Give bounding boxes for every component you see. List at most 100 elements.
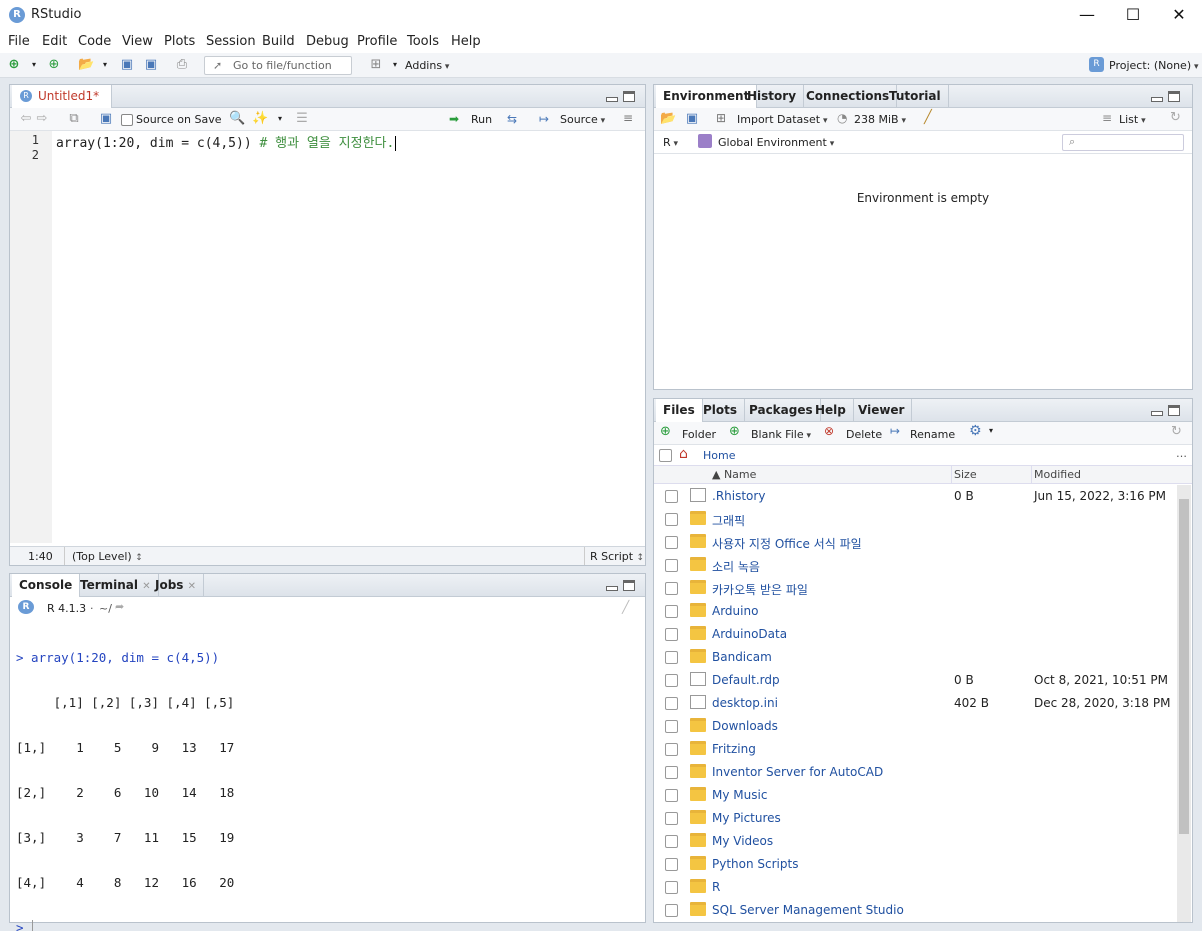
file-name[interactable]: Fritzing — [712, 742, 756, 756]
new-file-icon[interactable]: ⊕ — [6, 57, 22, 73]
file-name[interactable]: SQL Server Management Studio — [712, 903, 904, 917]
file-name[interactable]: .Rhistory — [712, 489, 765, 503]
row-checkbox[interactable] — [665, 766, 678, 779]
row-checkbox[interactable] — [665, 674, 678, 687]
file-row[interactable]: R — [654, 876, 1174, 899]
forward-arrow-icon[interactable]: ⇨ — [34, 111, 50, 127]
file-name[interactable]: desktop.ini — [712, 696, 778, 710]
files-scrollbar[interactable] — [1177, 485, 1191, 922]
pane-minmax-icon[interactable] — [606, 91, 636, 103]
chevron-down-icon[interactable]: ▾ — [387, 57, 403, 73]
file-name[interactable]: ArduinoData — [712, 627, 787, 641]
pane-minmax-icon[interactable] — [1151, 405, 1181, 417]
tab-jobs[interactable]: Jobs ✕ — [148, 574, 205, 597]
file-name[interactable]: R — [712, 880, 720, 894]
close-icon[interactable]: ✕ — [1156, 0, 1202, 31]
rename-button[interactable]: Rename — [910, 428, 955, 441]
broom-icon[interactable]: ╱ — [924, 110, 932, 125]
gear-icon[interactable]: ⚙ — [969, 423, 982, 439]
save-icon[interactable]: ▣ — [119, 57, 135, 73]
save-workspace-icon[interactable]: ▣ — [684, 111, 700, 127]
file-row[interactable]: ArduinoData — [654, 623, 1174, 646]
save-all-icon[interactable]: ▣ — [143, 57, 159, 73]
menu-plots[interactable]: Plots — [164, 34, 195, 49]
file-name[interactable]: Bandicam — [712, 650, 772, 664]
file-row[interactable]: Default.rdp 0 B Oct 8, 2021, 10:51 PM — [654, 669, 1174, 692]
menu-profile[interactable]: Profile — [357, 34, 397, 49]
file-name[interactable]: 소리 녹음 — [712, 558, 760, 575]
file-row[interactable]: 사용자 지정 Office 서식 파일 — [654, 531, 1174, 554]
project-menu[interactable]: Project: (None) — [1109, 59, 1199, 72]
row-checkbox[interactable] — [665, 651, 678, 664]
refresh-icon[interactable]: ↻ — [1171, 424, 1182, 439]
tab-console[interactable]: Console — [12, 574, 81, 598]
scope-selector[interactable]: Global Environment — [718, 136, 834, 149]
row-checkbox[interactable] — [665, 904, 678, 917]
file-row[interactable]: SQL Server Management Studio — [654, 899, 1174, 922]
file-name[interactable]: Python Scripts — [712, 857, 798, 871]
new-folder-button[interactable]: Folder — [682, 428, 716, 441]
row-checkbox[interactable] — [665, 720, 678, 733]
tab-viewer[interactable]: Viewer — [851, 399, 913, 422]
file-name[interactable]: 사용자 지정 Office 서식 파일 — [712, 535, 862, 552]
pane-minmax-icon[interactable] — [1151, 91, 1181, 103]
open-file-icon[interactable]: 📂 — [78, 57, 94, 73]
row-checkbox[interactable] — [665, 628, 678, 641]
row-checkbox[interactable] — [665, 536, 678, 549]
menu-session[interactable]: Session — [206, 34, 256, 49]
refresh-icon[interactable]: ↻ — [1170, 110, 1181, 125]
file-name[interactable]: Default.rdp — [712, 673, 780, 687]
import-dataset-button[interactable]: Import Dataset — [737, 113, 827, 126]
menu-help[interactable]: Help — [451, 34, 481, 49]
code-line[interactable]: array(1:20, dim = c(4,5)) # 행과 열을 지정한다. — [56, 132, 397, 151]
file-row[interactable]: Downloads — [654, 715, 1174, 738]
tab-untitled1[interactable]: R Untitled1* ✕ — [12, 85, 112, 126]
load-workspace-icon[interactable]: 📂 — [660, 111, 676, 127]
console-output[interactable]: > array(1:20, dim = c(4,5)) [,1] [,2] [,… — [16, 620, 234, 931]
file-row[interactable]: 소리 녹음 — [654, 554, 1174, 577]
source-on-save-checkbox[interactable] — [121, 114, 133, 126]
file-row[interactable]: My Music — [654, 784, 1174, 807]
row-checkbox[interactable] — [665, 812, 678, 825]
tab-history[interactable]: History — [740, 85, 805, 108]
column-modified[interactable]: Modified — [1034, 468, 1081, 481]
more-icon[interactable]: … — [1176, 447, 1187, 460]
menu-edit[interactable]: Edit — [42, 34, 67, 49]
file-row[interactable]: 그래픽 — [654, 508, 1174, 531]
rerun-icon[interactable]: ⇆ — [507, 112, 517, 126]
row-checkbox[interactable] — [665, 582, 678, 595]
search-icon[interactable]: 🔍 — [229, 111, 245, 127]
file-row[interactable]: My Pictures — [654, 807, 1174, 830]
tab-terminal[interactable]: Terminal ✕ — [73, 574, 159, 597]
chevron-down-icon[interactable]: ▾ — [272, 111, 288, 127]
print-icon[interactable]: ⎙ — [174, 57, 190, 73]
row-checkbox[interactable] — [665, 513, 678, 526]
environment-search-input[interactable]: ⌕ — [1062, 134, 1184, 151]
row-checkbox[interactable] — [665, 835, 678, 848]
close-tab-icon[interactable]: ✕ — [188, 581, 196, 592]
breadcrumb-home[interactable]: Home — [703, 449, 735, 462]
select-all-checkbox[interactable] — [659, 449, 672, 462]
row-checkbox[interactable] — [665, 858, 678, 871]
file-name[interactable]: My Pictures — [712, 811, 781, 825]
column-size[interactable]: Size — [954, 468, 977, 481]
go-to-directory-icon[interactable]: ➦ — [115, 600, 124, 613]
delete-button[interactable]: Delete — [846, 428, 882, 441]
row-checkbox[interactable] — [665, 789, 678, 802]
file-row[interactable]: Bandicam — [654, 646, 1174, 669]
file-type-selector[interactable]: R Script ↕ — [590, 550, 644, 563]
row-checkbox[interactable] — [665, 697, 678, 710]
back-arrow-icon[interactable]: ⇦ — [18, 111, 34, 127]
file-row[interactable]: 카카오톡 받은 파일 — [654, 577, 1174, 600]
file-name[interactable]: 그래픽 — [712, 512, 745, 529]
row-checkbox[interactable] — [665, 743, 678, 756]
file-row[interactable]: Fritzing — [654, 738, 1174, 761]
column-name[interactable]: ▲ Name — [712, 468, 756, 481]
menu-debug[interactable]: Debug — [306, 34, 349, 49]
menu-file[interactable]: File — [8, 34, 30, 49]
menu-view[interactable]: View — [122, 34, 153, 49]
magic-wand-icon[interactable]: ✨ — [252, 111, 268, 127]
file-row[interactable]: Arduino — [654, 600, 1174, 623]
source-button[interactable]: Source — [560, 113, 605, 126]
show-in-window-icon[interactable]: ⧉ — [66, 111, 82, 127]
